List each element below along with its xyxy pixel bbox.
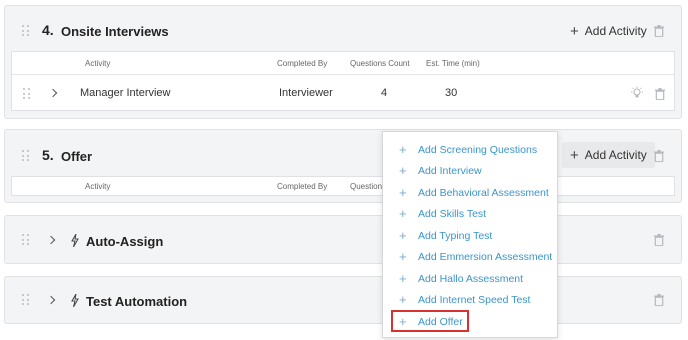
lightning-bolt-icon — [71, 234, 79, 247]
completed-by-value: Interviewer — [279, 87, 333, 99]
column-header-questions-count: Question — [350, 182, 383, 191]
lightning-bolt-icon — [71, 294, 79, 307]
section-test-automation[interactable]: Test Automation — [4, 276, 682, 324]
drag-handle-icon[interactable] — [22, 150, 30, 162]
plus-icon: + — [399, 185, 407, 200]
section-auto-assign[interactable]: Auto-Assign — [4, 215, 682, 264]
chevron-right-icon[interactable] — [46, 295, 56, 305]
table-row[interactable]: Manager Interview Interviewer 4 30 — [12, 74, 674, 111]
section-title: Auto-Assign — [86, 234, 164, 249]
section-offer: 5. Offer + Add Activity Activity Complet… — [4, 129, 682, 203]
menu-item-add-hallo-assessment[interactable]: + Add Hallo Assessment — [383, 268, 557, 289]
section-title: Onsite Interviews — [61, 24, 169, 39]
plus-icon: + — [570, 146, 579, 164]
menu-item-add-screening-questions[interactable]: + Add Screening Questions — [383, 139, 557, 160]
est-time-value: 30 — [445, 87, 458, 99]
plus-icon: + — [399, 292, 407, 307]
menu-item-label: Add Typing Test — [418, 229, 493, 242]
menu-item-label: Add Behavioral Assessment — [418, 186, 549, 199]
plus-icon: + — [399, 163, 407, 178]
chevron-right-icon[interactable] — [48, 88, 58, 98]
drag-handle-icon[interactable] — [23, 88, 31, 100]
add-activity-label: Add Activity — [584, 24, 647, 38]
section-title: Test Automation — [86, 294, 188, 309]
activity-name: Manager Interview — [80, 87, 171, 99]
menu-item-label: Add Internet Speed Test — [418, 293, 531, 306]
add-activity-button[interactable]: + Add Activity — [562, 142, 655, 168]
drag-handle-icon[interactable] — [22, 234, 30, 246]
column-header-activity: Activity — [85, 182, 111, 191]
activity-table: Activity Completed By Questions Count Es… — [11, 51, 675, 111]
menu-item-label: Add Screening Questions — [418, 143, 538, 156]
lightbulb-icon[interactable] — [630, 86, 644, 100]
activity-table: Activity Completed By Question — [11, 176, 675, 196]
menu-item-add-emmersion-assessment[interactable]: + Add Emmersion Assessment — [383, 246, 557, 267]
menu-item-add-typing-test[interactable]: + Add Typing Test — [383, 225, 557, 246]
menu-item-label: Add Interview — [418, 164, 482, 177]
trash-icon[interactable] — [654, 294, 664, 306]
add-activity-label: Add Activity — [584, 148, 647, 162]
column-header-completed-by: Completed By — [277, 59, 328, 68]
highlight-box — [391, 310, 469, 332]
drag-handle-icon[interactable] — [22, 25, 30, 37]
column-header-questions-count: Questions Count — [350, 59, 410, 68]
add-activity-button[interactable]: + Add Activity — [562, 18, 655, 44]
section-number: 5. — [42, 147, 54, 163]
trash-icon[interactable] — [654, 25, 664, 37]
column-header-activity: Activity — [85, 59, 111, 68]
plus-icon: + — [399, 206, 407, 221]
menu-item-add-skills-test[interactable]: + Add Skills Test — [383, 203, 557, 224]
chevron-right-icon[interactable] — [46, 235, 56, 245]
trash-icon[interactable] — [655, 88, 665, 100]
trash-icon[interactable] — [654, 150, 664, 162]
plus-icon: + — [399, 249, 407, 264]
menu-item-label: Add Hallo Assessment — [418, 272, 524, 285]
column-header-completed-by: Completed By — [277, 182, 328, 191]
drag-handle-icon[interactable] — [22, 294, 30, 306]
questions-count-value: 4 — [381, 87, 388, 99]
menu-item-label: Add Skills Test — [418, 207, 487, 220]
plus-icon: + — [399, 271, 407, 286]
add-activity-dropdown: + Add Screening Questions + Add Interview … — [382, 131, 558, 338]
menu-item-label: Add Emmersion Assessment — [418, 250, 553, 263]
section-onsite-interviews: 4. Onsite Interviews + Add Activity Acti… — [4, 5, 682, 119]
menu-item-add-interview[interactable]: + Add Interview — [383, 160, 557, 181]
trash-icon[interactable] — [654, 234, 664, 246]
menu-item-add-internet-speed-test[interactable]: + Add Internet Speed Test — [383, 289, 557, 310]
column-header-est-time: Est. Time (min) — [426, 59, 480, 68]
plus-icon: + — [399, 142, 407, 157]
menu-item-add-behavioral-assessment[interactable]: + Add Behavioral Assessment — [383, 182, 557, 203]
plus-icon: + — [570, 22, 579, 40]
section-title: Offer — [61, 149, 93, 164]
section-number: 4. — [42, 22, 54, 38]
plus-icon: + — [399, 228, 407, 243]
